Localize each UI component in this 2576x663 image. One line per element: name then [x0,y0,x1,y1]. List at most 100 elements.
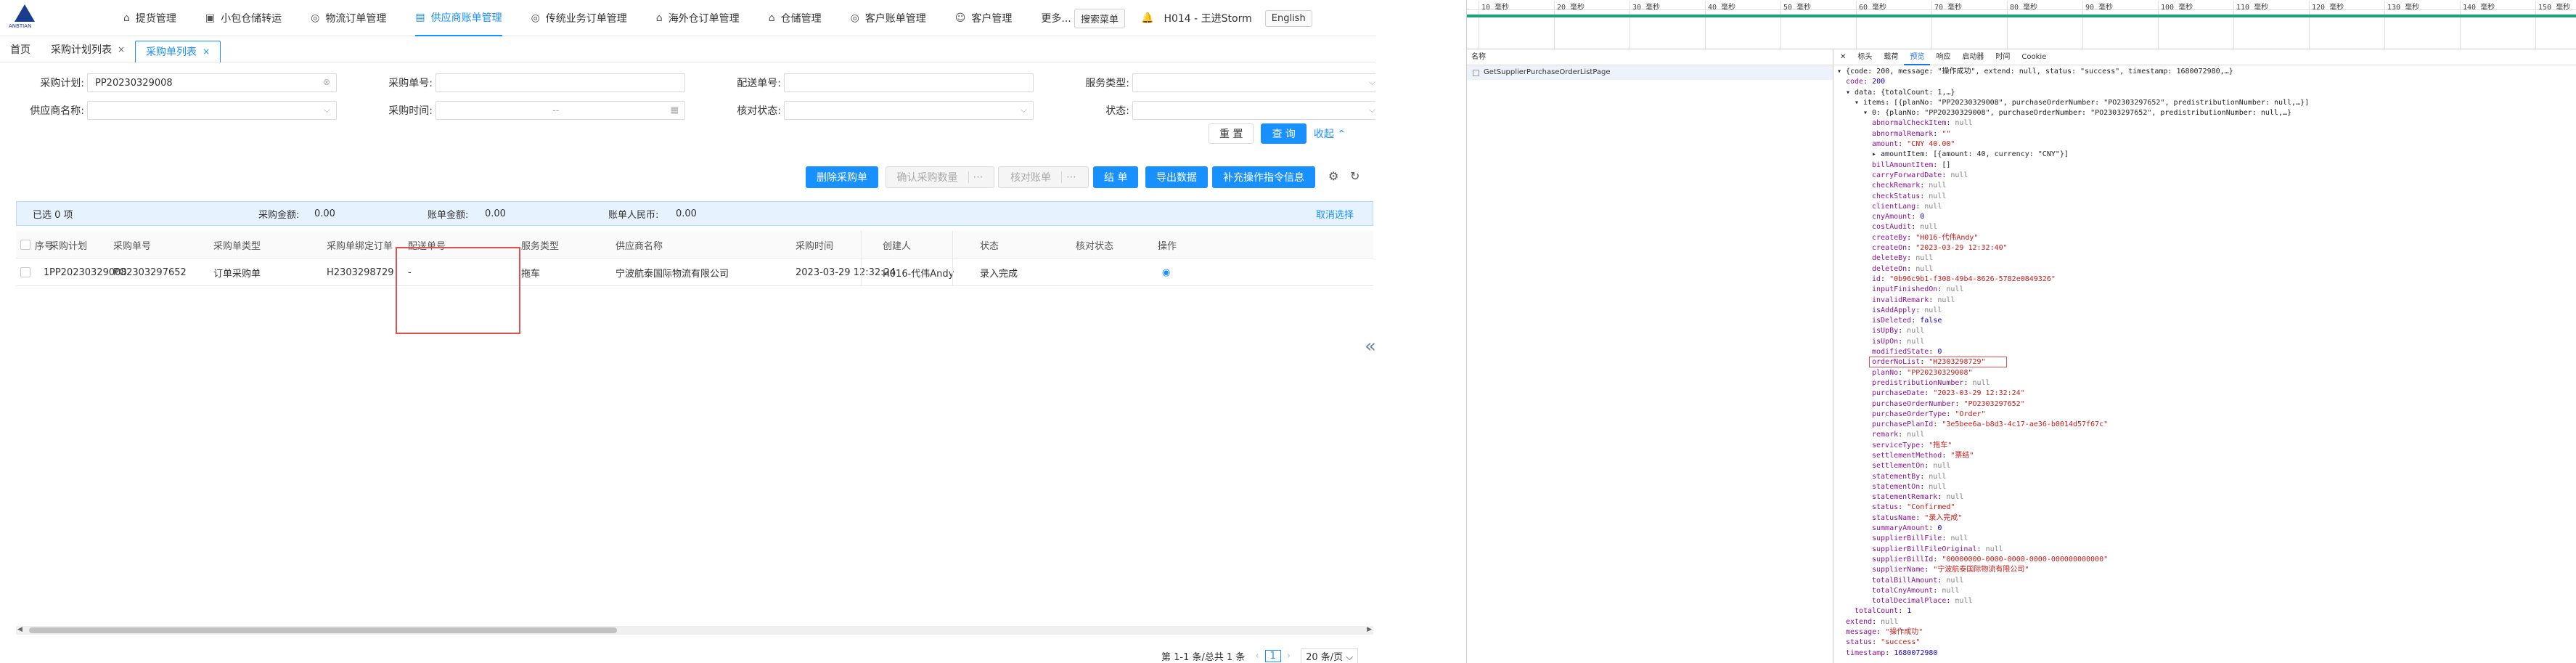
table-row[interactable]: 1 PP20230329008 PO2303297652 订单采购单 H23032987… [16,259,1373,286]
search-menu-button[interactable]: 搜索菜单 [1074,8,1126,28]
detail-tab-1[interactable]: 载荷 [1878,49,1904,65]
next-page-icon[interactable]: › [1287,651,1291,662]
json-colon: : [1881,274,1890,283]
column-divider [861,259,862,286]
check-bill-button[interactable]: 核对账单 ⋯ [998,166,1089,188]
order-no-input[interactable] [436,73,685,92]
user-name[interactable]: H014 - 王进Storm [1164,11,1251,25]
json-colon: : [1872,617,1881,626]
box-icon: ▣ [205,12,216,24]
clear-icon[interactable]: ⊗ [323,77,330,87]
close-detail-icon[interactable]: ✕ [1834,49,1852,65]
service-type-select[interactable]: ⌵ [1132,73,1375,92]
scroll-right-icon[interactable]: ▶ [1367,626,1372,633]
detail-tab-6[interactable]: Cookie [2016,49,2052,65]
logo-text: ANBTIAN [9,23,32,29]
dist-no-input[interactable] [784,73,1034,92]
detail-tab-4[interactable]: 启动器 [1956,49,1990,65]
cancel-selection-link[interactable]: 取消选择 [1316,207,1354,221]
json-annotation-box [1869,357,2007,368]
filter-order-no: 采购单号: [348,73,685,93]
json-line: predistributionNumber: null [1837,378,2570,389]
collapse-panel-icon[interactable]: « [1365,335,1375,357]
detail-tab-2[interactable]: 预览 [1904,49,1931,65]
nav-item-3[interactable]: ▤ 供应商账单管理 [415,0,502,36]
timeline-tick: 30 毫秒 [1629,1,1660,50]
tab-0[interactable]: 首页 [0,36,41,62]
column-header[interactable]: 操作 [1158,231,1177,259]
json-colon: : [1915,202,1925,211]
json-key: remark [1872,431,1899,439]
horizontal-scrollbar[interactable]: ◀ ▶ [16,626,1373,635]
status-select[interactable]: ⌵ [1132,101,1375,120]
detail-tab-5[interactable]: 时间 [1990,49,2016,65]
page-size-select[interactable]: 20 条/页 ⌵ [1301,648,1359,663]
collapse-link[interactable]: 收起 ⌃ [1314,126,1346,141]
json-value: "3e5bee6a-b8d3-4c17-ae36-b0014d57f67c" [1942,420,2109,429]
nav-item-8[interactable]: ☺ 客户管理 [955,0,1013,36]
nav-item-9[interactable]: 更多... [1041,0,1071,36]
tab-1[interactable]: 采购计划列表 × [41,36,135,62]
nav-item-4[interactable]: ◎ 传统业务订单管理 [531,0,627,36]
view-eye-icon[interactable]: ◉ [1162,259,1170,286]
nav-item-label: 小包仓储转运 [221,13,282,25]
bell-icon[interactable]: 🔔 [1141,12,1153,24]
column-header[interactable]: 核对状态 [1076,231,1113,259]
column-header[interactable]: 创建人 [883,231,911,259]
nav-item-label: 更多... [1041,13,1071,25]
reset-button[interactable]: 重 置 [1209,123,1254,144]
nav-item-1[interactable]: ▣ 小包仓储转运 [205,0,282,36]
scroll-left-icon[interactable]: ◀ [17,626,23,633]
column-header[interactable]: 采购单号 [113,231,151,259]
delete-order-button[interactable]: 删除采购单 [806,166,878,188]
plan-input[interactable]: PP20230329008 ⊗ [87,73,337,92]
refresh-icon[interactable]: ↻ [1350,169,1359,183]
globe-icon: ◎ [850,12,859,24]
page-number[interactable]: 1 [1264,649,1281,662]
prev-page-icon[interactable]: ‹ [1255,651,1259,662]
column-header[interactable]: 采购单类型 [213,231,261,259]
language-toggle[interactable]: English [1264,9,1312,27]
tab-2[interactable]: 采购单列表 × [135,40,221,62]
pager-summary: 第 1-1 条/总共 1 条 [1161,651,1246,663]
nav-item-6[interactable]: ⌂ 仓储管理 [769,0,822,36]
row-checkbox[interactable] [20,259,30,286]
nav-item-2[interactable]: ◎ 物流订单管理 [311,0,386,36]
check-status-select[interactable]: ⌵ [784,101,1034,120]
json-colon: : [1911,317,1921,325]
supplier-select[interactable]: ⌵ [87,101,337,120]
search-button[interactable]: 查 询 [1261,123,1307,144]
export-button[interactable]: 导出数据 [1145,166,1208,188]
more-icon: ⋯ [968,171,984,183]
settle-button[interactable]: 结 单 [1093,166,1139,188]
devtools-panel: 10 毫秒 20 毫秒 30 毫秒 40 毫秒 50 毫秒 60 毫秒 70 毫秒 80 毫秒… [1466,0,2576,663]
scroll-thumb[interactable] [29,627,617,633]
time-range-picker[interactable]: -- ▦ [436,101,685,120]
annotation-box [396,247,520,334]
json-key: billAmountItem [1872,160,1934,169]
column-header[interactable]: 采购时间 [796,231,833,259]
select-all-checkbox[interactable] [20,231,30,259]
company-logo[interactable]: ANBTIAN [9,4,41,33]
gear-icon[interactable]: ⚙ [1328,169,1338,183]
column-header[interactable]: 采购单绑定订单 [327,231,393,259]
confirm-qty-button[interactable]: 确认采购数量 ⋯ [886,166,994,188]
page-tabs: 首页 采购计划列表 × 采购单列表 × [0,36,1375,62]
column-header[interactable]: 供应商名称 [616,231,663,259]
nav-item-0[interactable]: ⌂ 提货管理 [123,0,176,36]
nav-item-label: 海外仓订单管理 [668,13,740,25]
detail-tab-0[interactable]: 标头 [1852,49,1878,65]
close-icon[interactable]: × [203,46,210,57]
supplement-button[interactable]: 补充操作指令信息 [1212,166,1315,188]
detail-tab-3[interactable]: 响应 [1930,49,1956,65]
json-value: "H016-代伟Andy" [1915,233,1979,242]
json-line: checkRemark: null [1837,181,2570,191]
json-value: null [1915,264,1934,273]
column-header[interactable]: 状态 [980,231,999,259]
request-row[interactable]: GetSupplierPurchaseOrderListPage [1467,65,1833,80]
nav-item-7[interactable]: ◎ 客户账单管理 [851,0,926,36]
column-header[interactable]: 服务类型 [521,231,559,259]
column-header[interactable]: 采购计划 [49,231,87,259]
nav-item-5[interactable]: ⌂ 海外仓订单管理 [656,0,740,36]
close-icon[interactable]: × [118,44,125,54]
